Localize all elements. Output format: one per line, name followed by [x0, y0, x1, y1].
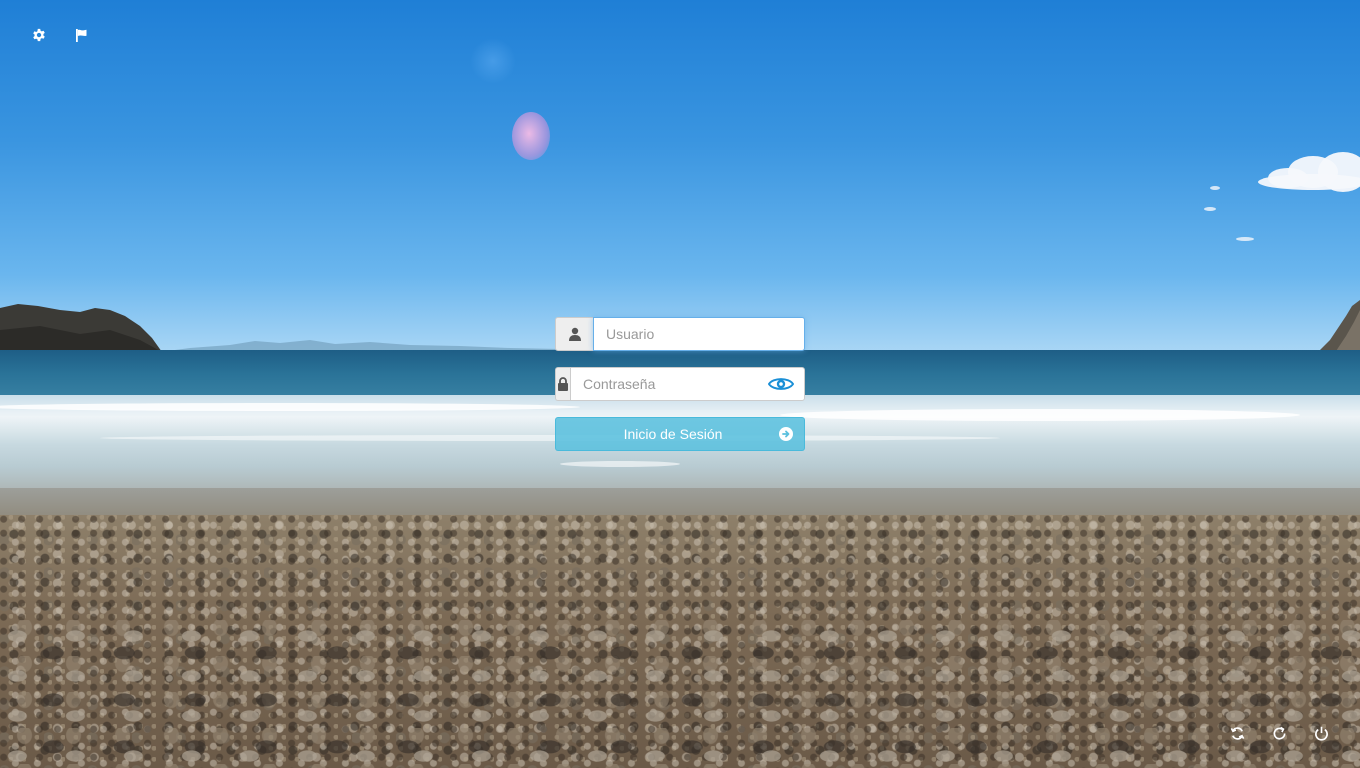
- user-icon: [555, 317, 593, 351]
- cloud-small: [1236, 237, 1254, 241]
- restart-icon[interactable]: [1270, 724, 1288, 742]
- lock-icon: [555, 367, 570, 401]
- cloud-small: [1204, 207, 1216, 211]
- lens-flare-faint: [470, 38, 516, 84]
- refresh-icon[interactable]: [1228, 724, 1246, 742]
- background-sky: [0, 0, 1360, 352]
- cloud-small: [1210, 186, 1220, 190]
- login-screen: Inicio de Sesión: [0, 0, 1360, 768]
- cloud: [1258, 150, 1360, 196]
- login-button-label: Inicio de Sesión: [623, 426, 723, 442]
- gear-icon[interactable]: [30, 26, 48, 44]
- power-icon[interactable]: [1312, 724, 1330, 742]
- username-input[interactable]: [593, 317, 805, 351]
- rocky-headland-left: [0, 304, 162, 356]
- pebble-beach-foreground: [0, 620, 1360, 768]
- login-button[interactable]: Inicio de Sesión: [555, 417, 805, 451]
- login-form: Inicio de Sesión: [555, 317, 805, 451]
- username-group: [555, 317, 805, 351]
- arrow-circle-right-icon: [779, 427, 793, 441]
- lens-flare: [512, 112, 550, 160]
- flag-icon[interactable]: [72, 26, 90, 44]
- eye-icon[interactable]: [767, 374, 795, 394]
- password-group: [555, 367, 805, 401]
